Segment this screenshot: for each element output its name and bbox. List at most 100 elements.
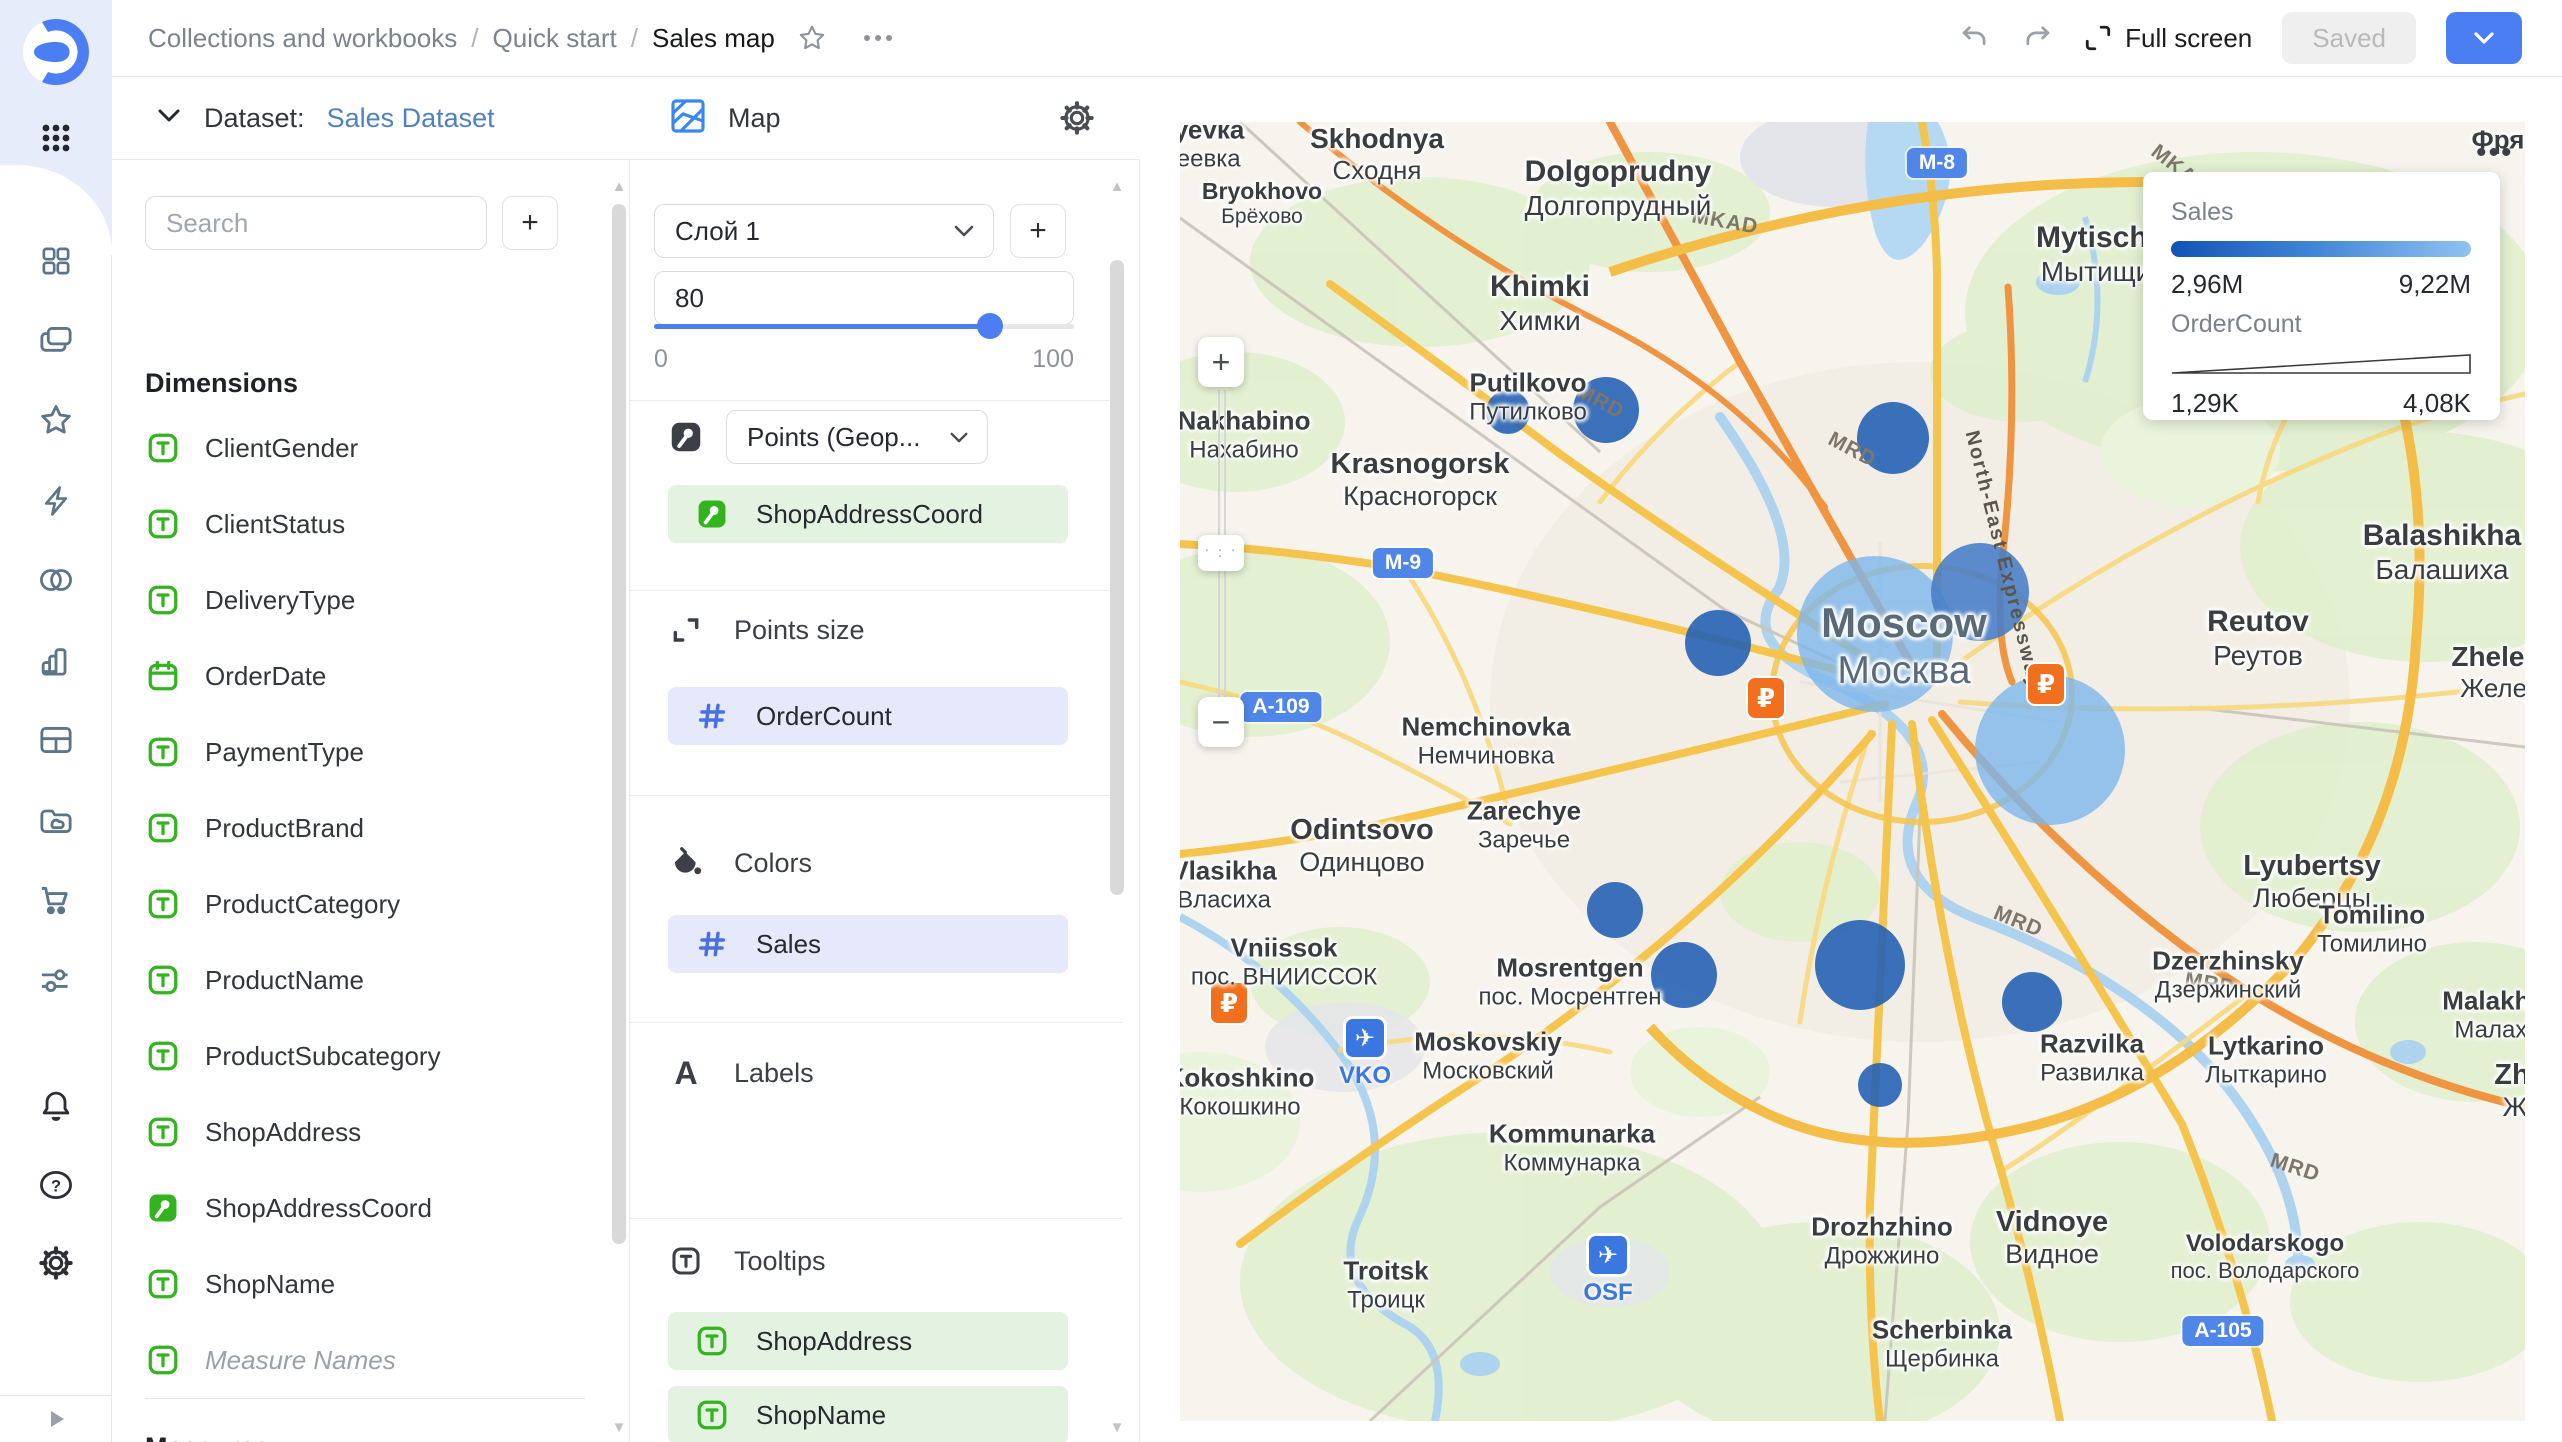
geotype-select[interactable]: Points (Geop...: [726, 410, 988, 464]
data-bubble[interactable]: [1858, 1063, 1902, 1107]
sidebar-item-services[interactable]: [0, 952, 112, 1008]
airport-icon: ✈: [1586, 1233, 1630, 1277]
data-bubble[interactable]: [1486, 390, 1530, 434]
help-icon[interactable]: ?: [0, 1157, 112, 1213]
dataset-name-link[interactable]: Sales Dataset: [327, 103, 495, 134]
breadcrumb: Collections and workbooks / Quick start …: [148, 23, 775, 54]
data-bubble[interactable]: [1573, 377, 1639, 443]
sidebar-item-storage[interactable]: [0, 792, 112, 848]
colors-section-header: Colors: [668, 845, 812, 881]
search-input[interactable]: [145, 196, 487, 250]
breadcrumb-collections[interactable]: Collections and workbooks: [148, 23, 457, 54]
field-name: ProductSubcategory: [205, 1041, 441, 1072]
field-item-shopaddresscoord[interactable]: ShopAddressCoord: [145, 1170, 585, 1246]
save-button[interactable]: Saved: [2282, 12, 2416, 64]
breadcrumb-workbook[interactable]: Quick start: [493, 23, 617, 54]
layer-select[interactable]: Слой 1: [654, 204, 994, 258]
field-name: OrderDate: [205, 661, 326, 692]
layer-select-value: Слой 1: [675, 216, 760, 247]
data-bubble[interactable]: [1651, 942, 1717, 1008]
sidebar-item-dashboards[interactable]: [0, 233, 112, 289]
zoom-slider-handle[interactable]: · · · ·: [1198, 535, 1244, 571]
datalens-logo[interactable]: [22, 18, 90, 86]
tooltip-field-chip-shopname[interactable]: ShopName: [668, 1386, 1068, 1442]
field-name: DeliveryType: [205, 585, 355, 616]
tooltip-field-chip-shopaddress[interactable]: ShopAddress: [668, 1312, 1068, 1370]
points-size-field-chip[interactable]: OrderCount: [668, 687, 1068, 745]
add-field-button[interactable]: +: [502, 196, 558, 250]
redo-icon[interactable]: [2021, 23, 2053, 53]
measures-section-title: Measures: [145, 1432, 270, 1442]
colors-field-chip[interactable]: Sales: [668, 915, 1068, 973]
rail-collapse-button[interactable]: [0, 1395, 112, 1442]
more-actions-icon[interactable]: [861, 32, 895, 44]
dataset-panel: + Dimensions ClientGenderClientStatusDel…: [112, 77, 630, 1442]
scrollbar-thumb[interactable]: [612, 204, 626, 1244]
data-bubble[interactable]: [2002, 972, 2062, 1032]
chart-settings-gear-icon[interactable]: [1058, 99, 1096, 142]
field-item-clientstatus[interactable]: ClientStatus: [145, 486, 585, 562]
visualization-settings-panel: Слой 1 + 80 0 100 Points (Geop...: [630, 77, 1140, 1442]
field-item-measure-names[interactable]: Measure Names: [145, 1322, 585, 1398]
sidebar-item-quick-actions[interactable]: [0, 473, 112, 529]
field-item-clientgender[interactable]: ClientGender: [145, 410, 585, 486]
data-bubble[interactable]: [1685, 610, 1751, 676]
data-bubble[interactable]: [1857, 402, 1929, 474]
opacity-slider[interactable]: [654, 322, 1074, 330]
sidebar-item-favorites[interactable]: [0, 392, 112, 448]
data-bubble[interactable]: [1931, 543, 2029, 641]
sidebar-item-datasets[interactable]: [0, 552, 112, 608]
map-canvas[interactable]: MKADMKADMKADMRDMRDMRDMRDMRDNorth-East Ex…: [1180, 122, 2525, 1421]
map-more-options-icon[interactable]: •••: [2476, 136, 2514, 170]
breadcrumb-separator: /: [631, 23, 638, 54]
zoom-out-button[interactable]: −: [1198, 697, 1244, 747]
colors-bucket-icon: [668, 845, 704, 881]
field-item-orderdate[interactable]: OrderDate: [145, 638, 585, 714]
dimensions-list: ClientGender ClientStatus DeliveryType Orde…: [145, 410, 585, 1398]
sidebar-item-marketplace[interactable]: [0, 872, 112, 928]
apps-grid-icon[interactable]: [0, 110, 112, 166]
sidebar-item-charts[interactable]: [0, 632, 112, 688]
field-name: ClientGender: [205, 433, 358, 464]
colors-field-name: Sales: [756, 929, 821, 960]
field-item-paymenttype[interactable]: PaymentType: [145, 714, 585, 790]
geopoint-field-chip[interactable]: ShopAddressCoord: [668, 485, 1068, 543]
sidebar-item-collections[interactable]: [0, 312, 112, 368]
data-bubble[interactable]: [1587, 882, 1643, 938]
field-item-productname[interactable]: ProductName: [145, 942, 585, 1018]
data-bubble[interactable]: [1797, 556, 1953, 712]
zoom-in-button[interactable]: +: [1198, 337, 1244, 387]
scrollbar-thumb[interactable]: [1110, 260, 1124, 895]
add-layer-button[interactable]: +: [1010, 204, 1066, 258]
legend-color-gradient: [2171, 241, 2471, 257]
notifications-bell-icon[interactable]: [0, 1078, 112, 1134]
airport-code-label: OSF: [1583, 1279, 1632, 1307]
favorite-star-icon[interactable]: [797, 23, 827, 53]
text-field-icon: [145, 1342, 181, 1378]
undo-icon[interactable]: [1959, 23, 1991, 53]
sidebar-item-tables[interactable]: [0, 712, 112, 768]
field-item-shopaddress[interactable]: ShopAddress: [145, 1094, 585, 1170]
scroll-down-icon: ▼: [1108, 1419, 1126, 1436]
fullscreen-button[interactable]: Full screen: [2083, 23, 2252, 54]
labels-label: Labels: [734, 1058, 814, 1089]
opacity-value: 80: [675, 283, 704, 314]
legend-sales-min: 2,96M: [2171, 269, 2243, 300]
settings-scrollbar[interactable]: ▲ ▼: [1108, 160, 1126, 1442]
section-divider: [145, 1398, 585, 1399]
date-field-icon: [145, 658, 181, 694]
field-item-productsubcategory[interactable]: ProductSubcategory: [145, 1018, 585, 1094]
slider-knob[interactable]: [977, 313, 1003, 339]
opacity-input[interactable]: 80: [654, 271, 1074, 325]
settings-gear-icon[interactable]: [0, 1235, 112, 1291]
dataset-scrollbar[interactable]: ▲ ▼: [610, 160, 628, 1442]
field-item-deliverytype[interactable]: DeliveryType: [145, 562, 585, 638]
tooltip-field-name: ShopAddress: [756, 1326, 912, 1357]
field-item-productbrand[interactable]: ProductBrand: [145, 790, 585, 866]
data-bubble[interactable]: [1815, 920, 1905, 1010]
field-item-shopname[interactable]: ShopName: [145, 1246, 585, 1322]
dataset-collapse-chevron-icon[interactable]: [156, 107, 182, 130]
map-chart-type-icon[interactable]: [668, 96, 708, 141]
save-dropdown-button[interactable]: [2446, 12, 2522, 64]
field-item-productcategory[interactable]: ProductCategory: [145, 866, 585, 942]
